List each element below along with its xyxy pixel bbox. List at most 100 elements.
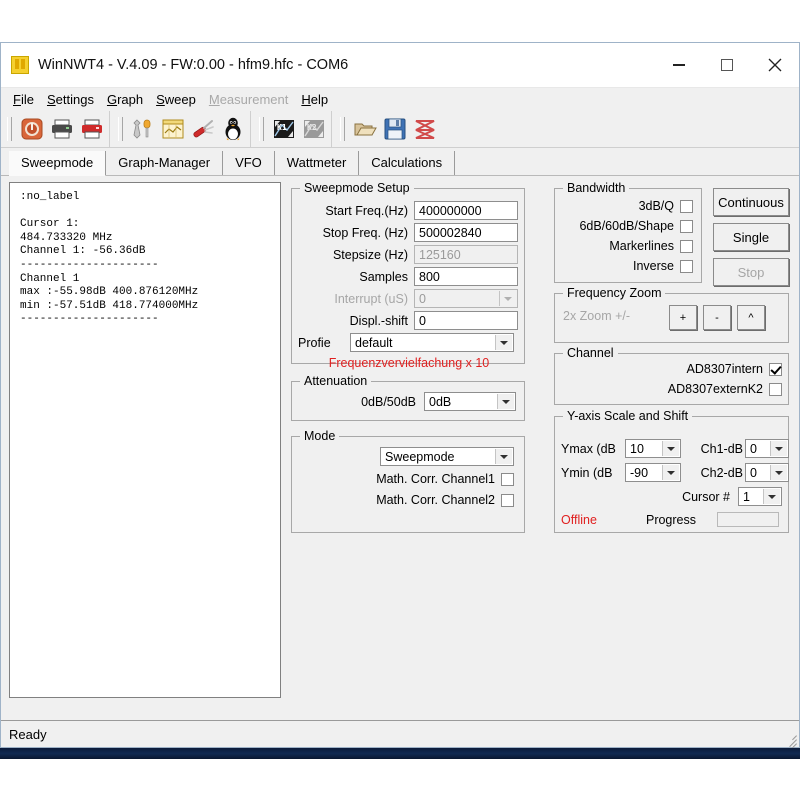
print-button[interactable]	[47, 114, 77, 144]
channel-legend: Channel	[563, 346, 618, 360]
start-freq-input[interactable]: 400000000	[414, 201, 518, 220]
ad8307intern-checkbox[interactable]	[769, 363, 782, 376]
attenuation-combo[interactable]: 0dB	[424, 392, 516, 411]
displ-shift-label: Displ.-shift	[298, 314, 408, 328]
ad8307externk2-row[interactable]: AD8307externK2	[561, 382, 782, 396]
interrupt-row: Interrupt (uS) 0	[298, 289, 520, 308]
single-button[interactable]: Single	[713, 223, 789, 251]
zoom-up-button[interactable]: ^	[737, 305, 765, 330]
ymin-row: Ymin (dB -90 Ch2-dB 0	[561, 463, 789, 482]
linux-button[interactable]	[218, 114, 248, 144]
menu-graph[interactable]: Graph	[103, 91, 152, 109]
measurement-log-panel[interactable]: :no_label Cursor 1: 484.733320 MHz Chann…	[9, 182, 281, 698]
math-corr-ch2-row[interactable]: Math. Corr. Channel2	[298, 493, 514, 507]
minimize-icon	[673, 64, 685, 66]
tab-graph-manager[interactable]: Graph-Manager	[106, 151, 223, 175]
continuous-button[interactable]: Continuous	[713, 188, 789, 216]
status-text: Ready	[9, 727, 47, 742]
bandwidth-6db-row[interactable]: 6dB/60dB/Shape	[559, 219, 693, 233]
tab-vfo[interactable]: VFO	[223, 151, 275, 175]
bandwidth-6db-label: 6dB/60dB/Shape	[579, 219, 674, 233]
toolbar-grip-4[interactable]	[340, 117, 345, 141]
yaxis-legend: Y-axis Scale and Shift	[563, 409, 692, 423]
resize-grip[interactable]	[783, 731, 797, 745]
stop-freq-input[interactable]: 500002840	[414, 223, 518, 242]
power-button[interactable]	[17, 114, 47, 144]
ch2-db-combo[interactable]: 0	[745, 463, 789, 482]
svg-text:K1: K1	[277, 123, 287, 132]
zoom-in-button[interactable]: +	[669, 305, 697, 330]
window-controls	[655, 43, 799, 87]
channel1-calibration-button[interactable]: K1	[269, 114, 299, 144]
toolbar-grip-3[interactable]	[259, 117, 264, 141]
tab-wattmeter[interactable]: Wattmeter	[275, 151, 359, 175]
math-corr-ch1-checkbox[interactable]	[501, 473, 514, 486]
stepsize-input: 125160	[414, 245, 518, 264]
attenuation-group: Attenuation 0dB/50dB 0dB	[291, 381, 525, 421]
channel2-calibration-button[interactable]: K2	[299, 114, 329, 144]
inverse-checkbox[interactable]	[680, 260, 693, 273]
ymin-value: -90	[630, 466, 648, 480]
open-button[interactable]	[350, 114, 380, 144]
ad8307intern-label: AD8307intern	[687, 362, 763, 376]
cursor-combo[interactable]: 1	[738, 487, 782, 506]
frequency-zoom-group: Frequency Zoom 2x Zoom +/- + - ^	[554, 293, 789, 343]
ymax-value: 10	[630, 442, 644, 456]
printer-icon	[50, 118, 74, 140]
graph-window-button[interactable]	[158, 114, 188, 144]
menu-measurement: Measurement	[205, 91, 298, 109]
ymax-combo[interactable]: 10	[625, 439, 681, 458]
tools-icon	[131, 117, 155, 141]
profile-combo[interactable]: default	[350, 333, 514, 352]
ad8307externk2-checkbox[interactable]	[769, 383, 782, 396]
measurement-log-text: :no_label Cursor 1: 484.733320 MHz Chann…	[10, 183, 280, 327]
client-area: :no_label Cursor 1: 484.733320 MHz Chann…	[1, 176, 799, 720]
chevron-down-icon	[495, 449, 512, 464]
tab-calculations[interactable]: Calculations	[359, 151, 455, 175]
ymax-label: Ymax (dB	[561, 442, 623, 456]
stop-label: Stop	[738, 265, 765, 280]
chevron-down-icon	[662, 465, 679, 480]
displ-shift-input[interactable]: 0	[414, 311, 518, 330]
close-button[interactable]	[751, 43, 799, 87]
menu-file[interactable]: File	[9, 91, 43, 109]
save-button[interactable]	[380, 114, 410, 144]
export-button[interactable]	[410, 114, 440, 144]
graph-window-icon	[161, 118, 185, 140]
tools-button[interactable]	[128, 114, 158, 144]
tab-sweepmode[interactable]: Sweepmode	[9, 151, 106, 176]
menu-sweep[interactable]: Sweep	[152, 91, 205, 109]
math-corr-ch1-row[interactable]: Math. Corr. Channel1	[298, 472, 514, 486]
save-disk-icon	[384, 118, 406, 140]
close-icon	[768, 58, 782, 72]
toolbar-grip-1[interactable]	[7, 117, 12, 141]
power-icon	[20, 117, 44, 141]
math-corr-ch2-checkbox[interactable]	[501, 494, 514, 507]
ch1-db-combo[interactable]: 0	[745, 439, 789, 458]
zoom-out-button[interactable]: -	[703, 305, 731, 330]
markerlines-checkbox[interactable]	[680, 240, 693, 253]
minimize-button[interactable]	[655, 43, 703, 87]
bandwidth-6db-checkbox[interactable]	[680, 220, 693, 233]
toolbar-grip-2[interactable]	[118, 117, 123, 141]
samples-input[interactable]: 800	[414, 267, 518, 286]
bandwidth-3db-checkbox[interactable]	[680, 200, 693, 213]
displ-shift-row: Displ.-shift 0	[298, 311, 520, 330]
bandwidth-3db-row[interactable]: 3dB/Q	[559, 199, 693, 213]
cursor-value: 1	[743, 490, 750, 504]
menu-help[interactable]: Help	[297, 91, 337, 109]
start-freq-row: Start Freq.(Hz) 400000000	[298, 201, 520, 220]
inverse-row[interactable]: Inverse	[559, 259, 693, 273]
swiss-knife-button[interactable]	[188, 114, 218, 144]
print-red-button[interactable]	[77, 114, 107, 144]
markerlines-row[interactable]: Markerlines	[559, 239, 693, 253]
profile-label: Profie	[298, 336, 348, 350]
maximize-button[interactable]	[703, 43, 751, 87]
continuous-label: Continuous	[718, 195, 784, 210]
menu-settings[interactable]: Settings	[43, 91, 103, 109]
ad8307intern-row[interactable]: AD8307intern	[561, 362, 782, 376]
toolbar-separator-2	[250, 111, 251, 147]
markerlines-label: Markerlines	[609, 239, 674, 253]
mode-combo[interactable]: Sweepmode	[380, 447, 514, 466]
ymin-combo[interactable]: -90	[625, 463, 681, 482]
